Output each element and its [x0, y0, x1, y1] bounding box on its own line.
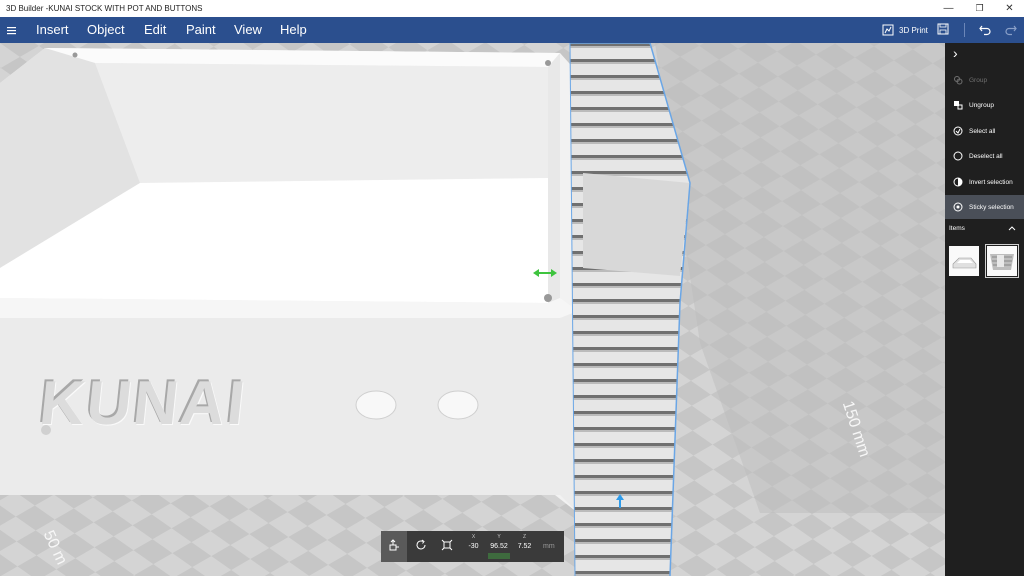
- menu-insert[interactable]: Insert: [36, 22, 69, 37]
- undo-button[interactable]: [978, 21, 992, 39]
- rotate-icon: [415, 538, 427, 556]
- striped-model: [569, 43, 691, 576]
- scale-icon: [441, 538, 453, 556]
- group-icon: [953, 75, 963, 85]
- x-coordinate[interactable]: X -30: [461, 531, 486, 562]
- item-thumbnail-striped[interactable]: [985, 244, 1019, 278]
- ungroup-label: Ungroup: [969, 101, 994, 109]
- rotate-tool-button[interactable]: [408, 531, 434, 562]
- items-label: Items: [949, 225, 965, 232]
- y-axis-color-bar: [488, 553, 510, 559]
- deselect-all-icon: [953, 151, 963, 161]
- maximize-button[interactable]: ❐: [964, 0, 995, 17]
- select-all-label: Select all: [969, 127, 996, 135]
- menu-view[interactable]: View: [234, 22, 262, 37]
- z-coordinate[interactable]: Z 7.52: [512, 531, 537, 562]
- menu-help[interactable]: Help: [280, 22, 307, 37]
- ungroup-icon: [953, 100, 963, 110]
- undo-icon: [978, 22, 992, 38]
- close-button[interactable]: ✕: [994, 0, 1024, 17]
- transform-toolbar: X -30 Y 96.52 Z 7.52 mm: [381, 531, 564, 562]
- sticky-selection-icon: [953, 202, 963, 212]
- x-label: X: [471, 534, 476, 540]
- y-label: Y: [497, 534, 501, 540]
- move-icon: [388, 538, 400, 556]
- items-header: Items: [945, 221, 1024, 237]
- move-tool-button[interactable]: [381, 531, 407, 562]
- y-value: 96.52: [490, 543, 508, 550]
- window-title: 3D Builder -KUNAI STOCK WITH POT AND BUT…: [6, 4, 203, 13]
- sticky-selection-button[interactable]: Sticky selection: [945, 195, 1024, 219]
- group-label: Group: [969, 76, 988, 84]
- print-3d-label: 3D Print: [899, 25, 928, 35]
- unit-label: mm: [543, 543, 555, 550]
- redo-icon: [1004, 22, 1018, 38]
- invert-selection-button[interactable]: Invert selection: [945, 170, 1024, 194]
- menu-object[interactable]: Object: [87, 22, 125, 37]
- chevron-up-icon[interactable]: [1007, 223, 1017, 235]
- print-3d-button[interactable]: 3D Print: [882, 21, 928, 39]
- menu-paint[interactable]: Paint: [186, 22, 216, 37]
- menu-bar: Insert Object Edit Paint View Help 3D Pr…: [0, 17, 1024, 43]
- box-model: [0, 48, 578, 513]
- menu-edit[interactable]: Edit: [144, 22, 166, 37]
- y-coordinate[interactable]: Y 96.52: [486, 531, 512, 562]
- invert-selection-label: Invert selection: [969, 178, 1013, 186]
- collapse-panel-button[interactable]: ›: [953, 45, 973, 65]
- invert-selection-icon: [953, 177, 963, 187]
- minimize-button[interactable]: —: [933, 0, 964, 17]
- sticky-selection-label: Sticky selection: [969, 203, 1014, 211]
- scale-tool-button[interactable]: [434, 531, 460, 562]
- select-all-button[interactable]: Select all: [945, 119, 1024, 143]
- 3d-viewport[interactable]: KUNAI 150 mm 50 m: [0, 43, 945, 576]
- group-button[interactable]: Group: [945, 68, 1024, 92]
- save-button[interactable]: [937, 21, 949, 39]
- side-panel: › Group Ungroup Select all Deselect all …: [945, 43, 1024, 576]
- z-label: Z: [522, 534, 527, 540]
- toolbar-divider: [964, 23, 965, 37]
- deselect-all-label: Deselect all: [969, 152, 1003, 160]
- save-icon: [937, 23, 949, 37]
- print-3d-icon: [882, 24, 894, 36]
- redo-button[interactable]: [1004, 21, 1018, 39]
- deselect-all-button[interactable]: Deselect all: [945, 144, 1024, 168]
- scene-drawing: [0, 43, 945, 576]
- ungroup-button[interactable]: Ungroup: [945, 93, 1024, 117]
- item-thumbnail-box[interactable]: [949, 246, 979, 276]
- x-value: -30: [468, 543, 479, 550]
- engraved-text: KUNAI: [36, 369, 250, 438]
- hamburger-menu-icon[interactable]: [4, 22, 20, 38]
- select-all-icon: [953, 126, 963, 136]
- title-bar: 3D Builder -KUNAI STOCK WITH POT AND BUT…: [0, 0, 1024, 17]
- z-value: 7.52: [517, 543, 532, 550]
